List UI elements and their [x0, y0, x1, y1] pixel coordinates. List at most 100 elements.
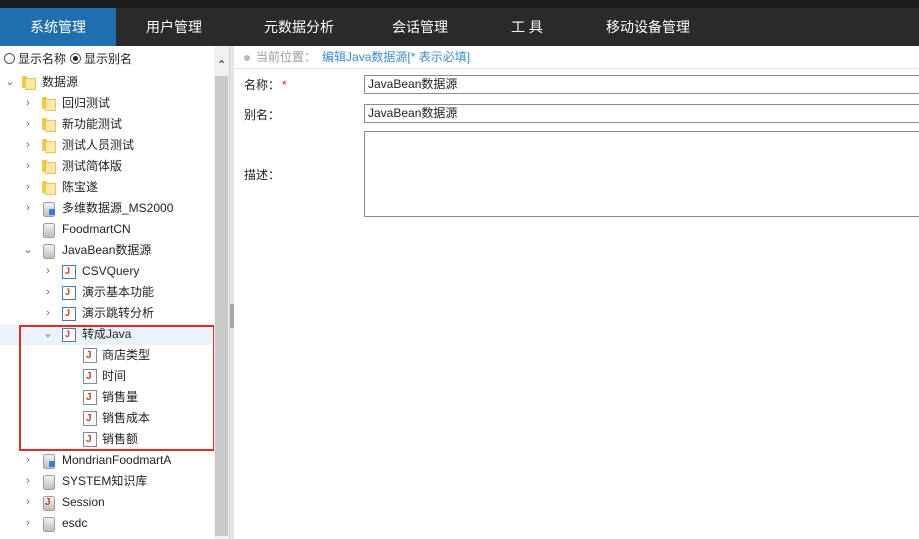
tree-node[interactable]: › esdc	[0, 513, 214, 534]
tree-node-label[interactable]: MondrianFoodmartA	[62, 450, 171, 471]
tree-node[interactable]: › SYSTEM知识库	[0, 471, 214, 492]
tree-node-label[interactable]: 新功能测试	[62, 114, 122, 135]
display-mode-options: 显示名称 显示别名	[4, 50, 136, 66]
java-method-icon	[83, 408, 97, 429]
chevron-right-icon[interactable]: ›	[22, 177, 34, 198]
chevron-right-icon[interactable]: ›	[22, 93, 34, 114]
tree-node-label[interactable]: 转成Java	[82, 324, 131, 345]
java-method-icon	[83, 429, 97, 450]
tree-node-selected[interactable]: ⌄ 转成Java	[0, 324, 214, 345]
chevron-down-icon[interactable]: ⌄	[4, 72, 16, 93]
nav-item-system-management[interactable]: 系统管理	[0, 8, 116, 46]
main-content: 当前位置： 编辑Java数据源[* 表示必填] 名称： * JavaBean数据源 …	[234, 46, 919, 539]
folder-icon	[41, 117, 56, 132]
scroll-up-icon[interactable]: ⌃	[214, 58, 229, 72]
chevron-right-icon[interactable]: ›	[42, 261, 54, 282]
tree-node-label[interactable]: 测试简体版	[62, 156, 122, 177]
tree-node[interactable]: ⌄ JavaBean数据源	[0, 240, 214, 261]
nav-item-tools[interactable]: 工 具	[474, 8, 580, 46]
tree-node[interactable]: › Session	[0, 492, 214, 513]
java-method-icon	[83, 387, 97, 408]
folder-icon	[21, 75, 36, 90]
database-icon	[42, 222, 55, 238]
chevron-right-icon[interactable]: ›	[22, 450, 34, 471]
tree-node[interactable]: › 多维数据源_MS2000	[0, 198, 214, 219]
main-nav: 系统管理 用户管理 元数据分析 会话管理 工 具 移动设备管理	[0, 8, 919, 46]
folder-icon	[41, 180, 56, 195]
chevron-right-icon[interactable]: ›	[22, 471, 34, 492]
java-table-icon	[62, 324, 76, 345]
tree-node[interactable]: 时间	[0, 366, 214, 387]
tree-node[interactable]: › 回归测试	[0, 93, 214, 114]
bullet-icon	[244, 54, 250, 61]
folder-icon	[41, 159, 56, 174]
sidebar-scrollbar[interactable]: ⌃	[214, 46, 229, 539]
tree-node-label[interactable]: 销售成本	[102, 408, 150, 429]
tree-node[interactable]: 商店类型	[0, 345, 214, 366]
java-table-icon	[62, 282, 76, 303]
nav-item-metadata-analysis[interactable]: 元数据分析	[232, 8, 366, 46]
tree-node-label[interactable]: SYSTEM知识库	[62, 471, 147, 492]
chevron-right-icon[interactable]: ›	[22, 198, 34, 219]
tree-node-label[interactable]: 演示跳转分析	[82, 303, 154, 324]
show-alias-radio[interactable]	[70, 52, 82, 64]
tree-node-label[interactable]: 商店类型	[102, 345, 150, 366]
tree-node[interactable]: 销售成本	[0, 408, 214, 429]
tree-node-label[interactable]: 回归测试	[62, 93, 110, 114]
chevron-down-icon[interactable]: ⌄	[42, 324, 54, 345]
chevron-right-icon[interactable]: ›	[22, 135, 34, 156]
tree-node[interactable]: › 演示跳转分析	[0, 303, 214, 324]
java-method-icon	[83, 345, 97, 366]
description-textarea[interactable]	[364, 131, 919, 217]
chevron-right-icon[interactable]: ›	[42, 282, 54, 303]
title-strip	[0, 0, 919, 8]
tree-node[interactable]: › 演示基本功能	[0, 282, 214, 303]
nav-item-session-management[interactable]: 会话管理	[366, 8, 474, 46]
tree-node[interactable]: › 测试简体版	[0, 156, 214, 177]
chevron-right-icon[interactable]: ›	[22, 156, 34, 177]
show-name-radio[interactable]	[4, 52, 15, 64]
chevron-right-icon[interactable]: ›	[42, 303, 54, 324]
tree-node[interactable]: › 陈宝遂	[0, 177, 214, 198]
breadcrumb: 当前位置： 编辑Java数据源[* 表示必填]	[244, 49, 470, 65]
tree-node-label[interactable]: 演示基本功能	[82, 282, 154, 303]
tree-node-label[interactable]: esdc	[62, 513, 87, 534]
tree-node-label[interactable]: 陈宝遂	[62, 177, 98, 198]
tree-node-datasources[interactable]: ⌄ 数据源	[0, 72, 214, 93]
tree-node-label[interactable]: 销售额	[102, 429, 138, 450]
chevron-right-icon[interactable]: ›	[22, 513, 34, 534]
tree-node[interactable]: › MondrianFoodmartA	[0, 450, 214, 471]
tree-node[interactable]: 销售量	[0, 387, 214, 408]
tree-node[interactable]: FoodmartCN	[0, 219, 214, 240]
tree-node-label[interactable]: 销售量	[102, 387, 138, 408]
chevron-down-icon[interactable]: ⌄	[22, 240, 34, 261]
tree-node-label[interactable]: Session	[62, 492, 105, 513]
show-alias-label[interactable]: 显示别名	[84, 50, 132, 67]
required-mark: *	[282, 78, 287, 92]
name-label-text: 名称：	[244, 78, 281, 92]
tree-node-label[interactable]: 时间	[102, 366, 126, 387]
tree-node[interactable]: 销售额	[0, 429, 214, 450]
java-method-icon	[83, 366, 97, 387]
scrollbar-thumb[interactable]	[215, 76, 228, 536]
show-name-label[interactable]: 显示名称	[18, 50, 66, 67]
breadcrumb-current[interactable]: 编辑Java数据源[* 表示必填]	[322, 50, 470, 64]
tree-node[interactable]: › 新功能测试	[0, 114, 214, 135]
tree-node-label[interactable]: JavaBean数据源	[62, 240, 151, 261]
nav-item-mobile-device-management[interactable]: 移动设备管理	[580, 8, 716, 46]
nav-item-user-management[interactable]: 用户管理	[116, 8, 232, 46]
tree-node-label[interactable]: 多维数据源_MS2000	[62, 198, 173, 219]
tree-node[interactable]: › CSVQuery	[0, 261, 214, 282]
tree-node-label[interactable]: FoodmartCN	[62, 219, 131, 240]
alias-input[interactable]: JavaBean数据源	[364, 104, 919, 123]
tree-node-label[interactable]: CSVQuery	[82, 261, 139, 282]
chevron-right-icon[interactable]: ›	[22, 492, 34, 513]
name-input[interactable]: JavaBean数据源	[364, 75, 919, 94]
chevron-right-icon[interactable]: ›	[22, 114, 34, 135]
breadcrumb-label: 当前位置：	[256, 50, 317, 64]
tree-node-label[interactable]: 数据源	[42, 72, 78, 93]
tree-node-label[interactable]: 测试人员测试	[62, 135, 134, 156]
folder-icon	[41, 138, 56, 153]
tree-node[interactable]: › 测试人员测试	[0, 135, 214, 156]
database-icon	[42, 474, 55, 490]
